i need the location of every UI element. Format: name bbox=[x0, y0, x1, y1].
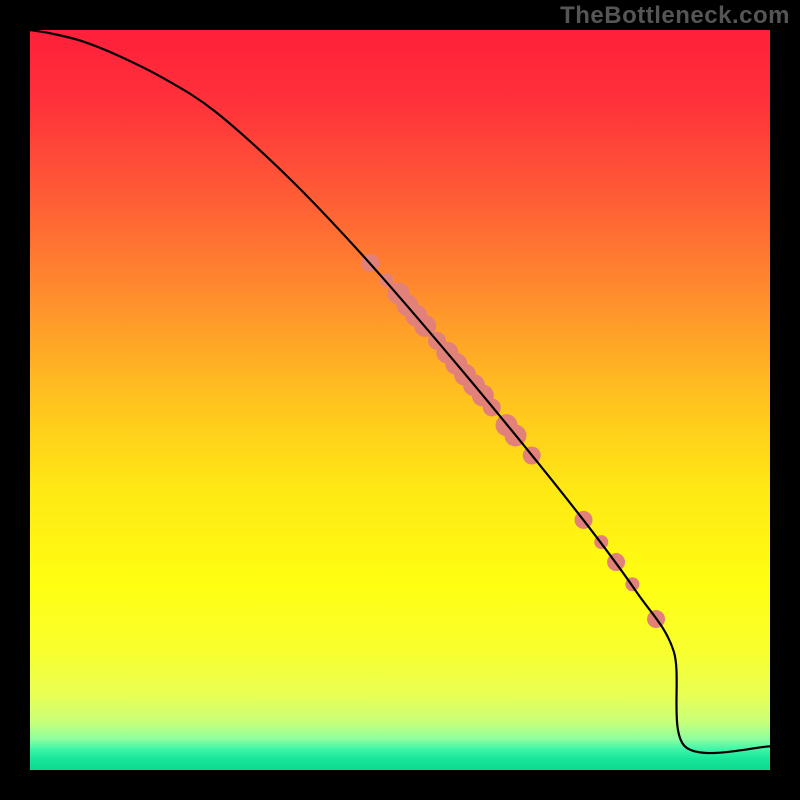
chart-stage: TheBottleneck.com bbox=[0, 0, 800, 800]
watermark-text: TheBottleneck.com bbox=[560, 2, 790, 30]
plot-background bbox=[30, 30, 770, 770]
bottleneck-chart bbox=[0, 0, 800, 800]
